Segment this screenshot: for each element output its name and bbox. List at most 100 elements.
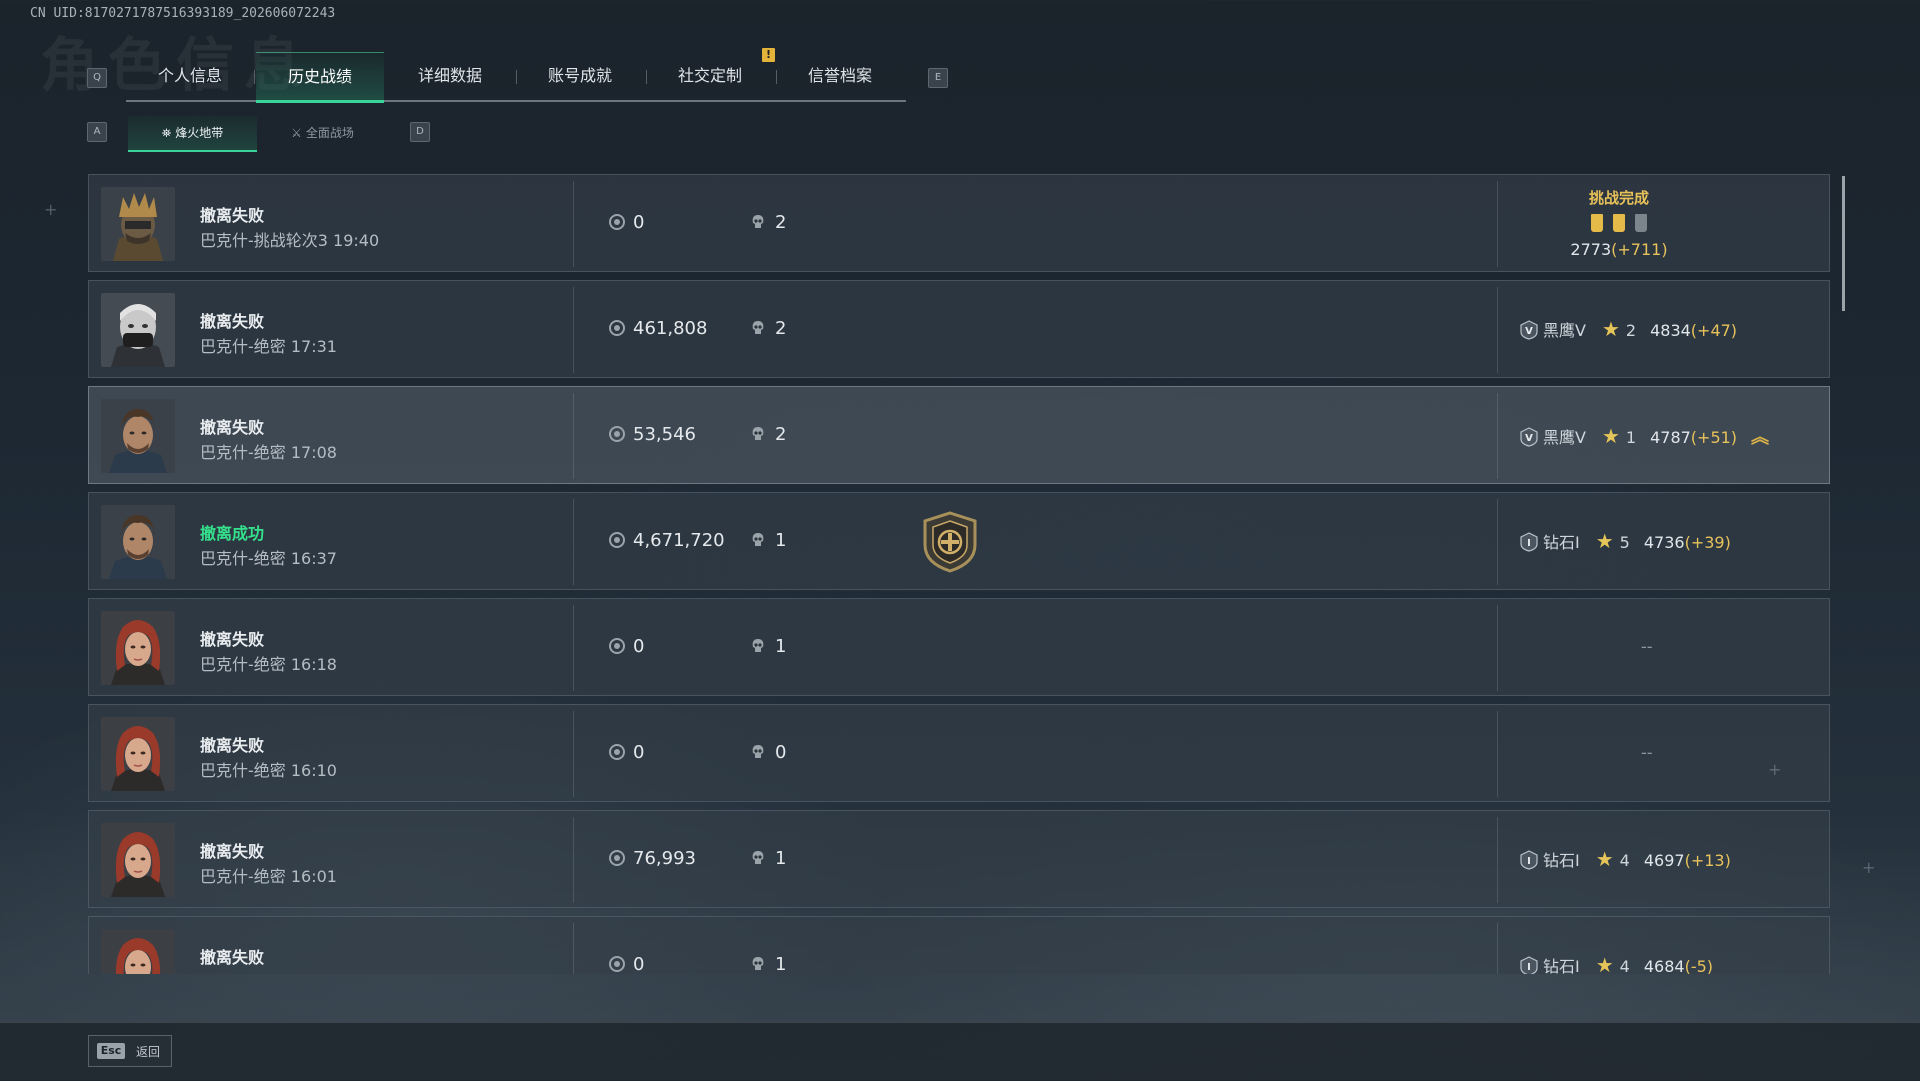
tab-achievements[interactable]: 账号成就 — [516, 52, 644, 100]
map-and-time: 巴克什-绝密 16:10 — [200, 761, 337, 780]
rank-score: 4697 — [1643, 851, 1685, 870]
extraction-status: 撤离失败 — [200, 842, 265, 861]
map-and-time: 巴克什-绝密 15:53 — [200, 969, 337, 974]
uid-label: CN UID:8170271787516393189_202606072243 — [30, 6, 336, 21]
coin-icon — [609, 426, 625, 442]
operator-avatar — [101, 399, 175, 473]
match-record-row[interactable]: 撤离失败 巴克什-绝密 16:10 0 0 -- — [88, 704, 1830, 802]
kills-icon — [752, 321, 764, 334]
rank-empty: -- — [1641, 637, 1653, 656]
rank-name: 钻石I — [1543, 533, 1580, 552]
extraction-status: 撤离失败 — [200, 630, 265, 649]
challenge-title: 挑战完成 — [1588, 189, 1649, 207]
challenge-result: 挑战完成 2773(+711) — [1509, 187, 1729, 259]
tab-profile[interactable]: 个人信息 — [126, 52, 254, 100]
match-record-row[interactable]: 撤离失败 巴克什-绝密 17:31 461,808 2 V 黑鹰V ★ 2 4834(+47) — [88, 280, 1830, 378]
map-and-time: 巴克什-绝密 16:37 — [200, 549, 337, 568]
match-record-row[interactable]: 撤离失败 巴克什-绝密 16:18 0 1 -- — [88, 598, 1830, 696]
kills-value: 2 — [751, 424, 786, 445]
svg-text:I: I — [1527, 538, 1531, 549]
bottom-bar: Esc 返回 — [0, 1022, 1920, 1081]
operator-avatar — [101, 187, 175, 261]
extraction-status: 撤离失败 — [200, 312, 265, 331]
kills-icon — [752, 215, 764, 228]
rank-name: 黑鹰V — [1543, 428, 1586, 447]
map-and-time: 巴克什-绝密 16:18 — [200, 655, 337, 674]
key-hint-d: D — [410, 122, 430, 142]
rank-info: V 黑鹰V ★ 1 4787(+51) ︽ — [1519, 423, 1769, 449]
money-value: 461,808 — [609, 318, 707, 339]
tab-detailed-data[interactable]: 详细数据 — [386, 52, 514, 100]
kills-icon — [752, 533, 764, 546]
match-record-row[interactable]: 撤离失败 巴克什-绝密 17:08 53,546 2 V 黑鹰V ★ 1 4787(+51) ︽ — [88, 386, 1830, 484]
rank-stars: 5 — [1619, 533, 1630, 552]
subtab-battlefield[interactable]: ⚔ 全面战场 — [258, 116, 387, 150]
tab-social[interactable]: 社交定制 — [646, 52, 774, 100]
money-value: 0 — [609, 954, 644, 974]
match-record-row[interactable]: 撤离失败 巴克什-绝密 16:01 76,993 1 I 钻石I ★ 4 4697(+13) — [88, 810, 1830, 908]
star-icon: ★ — [1595, 847, 1614, 871]
rank-delta: (+47) — [1690, 321, 1738, 340]
rank-emblem-icon: I — [1520, 956, 1538, 974]
coin-icon — [609, 638, 625, 654]
rank-stars: 2 — [1625, 321, 1637, 340]
kills-value: 2 — [751, 212, 786, 233]
kills-icon — [752, 851, 764, 864]
kills-value: 1 — [751, 848, 786, 869]
rank-emblem-icon: I — [1520, 850, 1538, 870]
coin-icon — [609, 744, 625, 760]
money-value: 0 — [609, 636, 644, 657]
rank-info: V 黑鹰V ★ 2 4834(+47) — [1519, 317, 1737, 341]
challenge-pip-icon — [1591, 214, 1603, 232]
rank-info: I 钻石I ★ 5 4736(+39) — [1519, 529, 1731, 553]
match-record-row[interactable]: 撤离成功 巴克什-绝密 16:37 4,671,720 1 I 钻石I ★ 5 4736(+39… — [88, 492, 1830, 590]
kills-icon — [752, 957, 764, 970]
rank-delta: (+39) — [1684, 533, 1731, 552]
list-scrollbar[interactable] — [1842, 176, 1845, 311]
operator-avatar — [101, 717, 175, 791]
match-record-row[interactable]: 撤离失败巴克什-绝密 15:53 0 1 I 钻石I ★ 4 4684(-5) — [88, 916, 1830, 974]
money-value: 4,671,720 — [609, 530, 725, 551]
coin-icon — [609, 956, 625, 972]
rank-score: 4684 — [1643, 957, 1685, 974]
tab-reputation[interactable]: 信誉档案 — [776, 52, 904, 100]
back-button[interactable]: Esc 返回 — [88, 1035, 172, 1067]
rank-delta: (-5) — [1684, 957, 1714, 974]
rank-up-chevron-icon: ︽ — [1751, 427, 1770, 448]
coin-icon — [609, 320, 625, 336]
svg-text:V: V — [1525, 433, 1533, 444]
challenge-pip-icon — [1613, 214, 1625, 232]
money-value: 0 — [609, 212, 644, 233]
extraction-status: 撤离失败 — [200, 948, 265, 967]
star-icon: ★ — [1601, 317, 1620, 341]
match-history-list: 撤离失败 巴克什-挑战轮次3 19:40 0 2 挑战完成 2773(+711) 撤离失败巴… — [88, 174, 1832, 974]
rank-emblem-icon: V — [1520, 320, 1538, 340]
subtab-warzone[interactable]: ⛯ 烽火地带 — [128, 116, 257, 152]
kills-value: 2 — [751, 318, 786, 339]
rank-emblem-icon: I — [1520, 532, 1538, 552]
extraction-badge-icon — [921, 511, 979, 573]
kills-value: 1 — [751, 530, 786, 551]
kills-value: 0 — [751, 742, 786, 763]
kills-icon — [752, 639, 764, 652]
rank-delta: (+13) — [1684, 851, 1731, 870]
challenge-pip-icon — [1635, 214, 1647, 232]
match-record-row[interactable]: 撤离失败 巴克什-挑战轮次3 19:40 0 2 挑战完成 2773(+711) — [88, 174, 1830, 272]
tab-match-history[interactable]: 历史战绩 — [256, 52, 384, 103]
rank-stars: 1 — [1625, 428, 1637, 447]
map-and-time: 巴克什-绝密 17:31 — [200, 337, 337, 356]
extraction-status: 撤离成功 — [200, 524, 265, 543]
rank-delta: (+51) — [1690, 428, 1738, 447]
key-hint-q: Q — [87, 68, 107, 88]
svg-text:V: V — [1525, 326, 1533, 337]
back-label: 返回 — [136, 1045, 161, 1059]
rank-name: 钻石I — [1543, 957, 1580, 974]
rank-info: I 钻石I ★ 4 4684(-5) — [1519, 953, 1713, 974]
challenge-score: 2773 — [1570, 240, 1612, 259]
main-tabs: 个人信息 历史战绩 详细数据 账号成就 社交定制 信誉档案 — [126, 52, 906, 103]
warzone-icon: ⛯ — [161, 126, 172, 140]
rank-score: 4787 — [1650, 428, 1691, 447]
kills-icon — [752, 745, 764, 758]
coin-icon — [609, 214, 625, 230]
rank-info: I 钻石I ★ 4 4697(+13) — [1519, 847, 1731, 871]
